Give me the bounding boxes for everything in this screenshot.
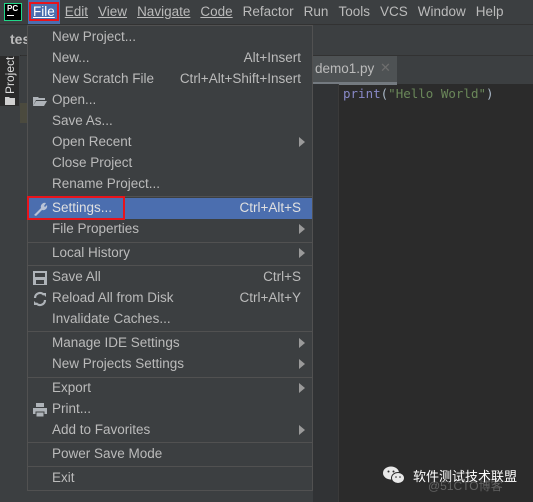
submenu-arrow-icon bbox=[299, 425, 305, 435]
submenu-arrow-icon bbox=[299, 224, 305, 234]
highlight-box bbox=[27, 196, 125, 220]
menu-item-invalidate-caches[interactable]: Invalidate Caches... bbox=[28, 309, 312, 330]
menu-separator bbox=[28, 331, 312, 332]
code-line[interactable]: print("Hello World") bbox=[343, 86, 494, 101]
wechat-icon bbox=[383, 466, 405, 484]
menu-file[interactable]: File bbox=[28, 0, 60, 24]
file-menu: New Project... New... Alt+Insert New Scr… bbox=[27, 25, 313, 491]
menu-item-save-as[interactable]: Save As... bbox=[28, 111, 312, 132]
menu-item-new-project[interactable]: New Project... bbox=[28, 27, 312, 48]
editor-gutter bbox=[313, 84, 339, 502]
menu-item-reload-all[interactable]: Reload All from Disk Ctrl+Alt+Y bbox=[28, 288, 312, 309]
menu-item-exit[interactable]: Exit bbox=[28, 468, 312, 489]
menu-item-open[interactable]: Open... bbox=[28, 90, 312, 111]
save-icon bbox=[33, 271, 47, 285]
folder-icon bbox=[5, 97, 15, 105]
menu-item-local-history[interactable]: Local History bbox=[28, 243, 312, 264]
menu-code[interactable]: Code bbox=[195, 0, 237, 24]
print-icon bbox=[33, 403, 47, 418]
editor-tab[interactable]: demo1.py ✕ bbox=[313, 56, 397, 85]
menu-item-export[interactable]: Export bbox=[28, 378, 312, 399]
menu-item-close-project[interactable]: Close Project bbox=[28, 153, 312, 174]
highlight-box bbox=[29, 2, 59, 21]
close-tab-icon[interactable]: ✕ bbox=[380, 60, 391, 76]
menu-item-rename-project[interactable]: Rename Project... bbox=[28, 174, 312, 195]
menu-run[interactable]: Run bbox=[299, 0, 334, 24]
editor-tab-strip: demo1.py ✕ bbox=[313, 56, 533, 85]
menu-item-settings[interactable]: Settings... Ctrl+Alt+S bbox=[27, 196, 312, 220]
menu-item-print[interactable]: Print... bbox=[28, 399, 312, 420]
menu-separator bbox=[28, 442, 312, 443]
menu-item-new-scratch-file[interactable]: New Scratch File Ctrl+Alt+Shift+Insert bbox=[28, 69, 312, 90]
submenu-arrow-icon bbox=[299, 137, 305, 147]
menu-navigate[interactable]: Navigate bbox=[132, 0, 195, 24]
menu-item-power-save-mode[interactable]: Power Save Mode bbox=[28, 444, 312, 465]
submenu-arrow-icon bbox=[299, 248, 305, 258]
menu-view[interactable]: View bbox=[93, 0, 132, 24]
editor-area[interactable] bbox=[313, 56, 533, 502]
submenu-arrow-icon bbox=[299, 338, 305, 348]
menu-help[interactable]: Help bbox=[471, 0, 509, 24]
menu-item-add-to-favorites[interactable]: Add to Favorites bbox=[28, 420, 312, 441]
menu-edit[interactable]: Edit bbox=[60, 0, 93, 24]
folder-open-icon bbox=[33, 97, 47, 106]
submenu-arrow-icon bbox=[299, 359, 305, 369]
pycharm-logo-icon: PC bbox=[4, 3, 22, 21]
menu-tools[interactable]: Tools bbox=[333, 0, 375, 24]
menu-refactor[interactable]: Refactor bbox=[238, 0, 299, 24]
menu-item-new-projects-settings[interactable]: New Projects Settings bbox=[28, 354, 312, 375]
menu-window[interactable]: Window bbox=[413, 0, 471, 24]
project-tool-tab[interactable]: Project bbox=[0, 56, 19, 106]
menu-item-open-recent[interactable]: Open Recent bbox=[28, 132, 312, 153]
menu-separator bbox=[28, 466, 312, 467]
reload-icon bbox=[33, 291, 47, 307]
menu-item-manage-ide-settings[interactable]: Manage IDE Settings bbox=[28, 333, 312, 354]
menu-vcs[interactable]: VCS bbox=[375, 0, 413, 24]
left-tool-strip bbox=[0, 55, 21, 502]
menu-bar: PC File Edit View Navigate Code Refactor… bbox=[0, 0, 533, 25]
menu-separator bbox=[28, 265, 312, 266]
menu-item-file-properties[interactable]: File Properties bbox=[28, 219, 312, 240]
menu-item-save-all[interactable]: Save All Ctrl+S bbox=[28, 267, 312, 288]
menu-item-new[interactable]: New... Alt+Insert bbox=[28, 48, 312, 69]
submenu-arrow-icon bbox=[299, 383, 305, 393]
watermark-sub: @51CTO博客 bbox=[428, 479, 503, 493]
